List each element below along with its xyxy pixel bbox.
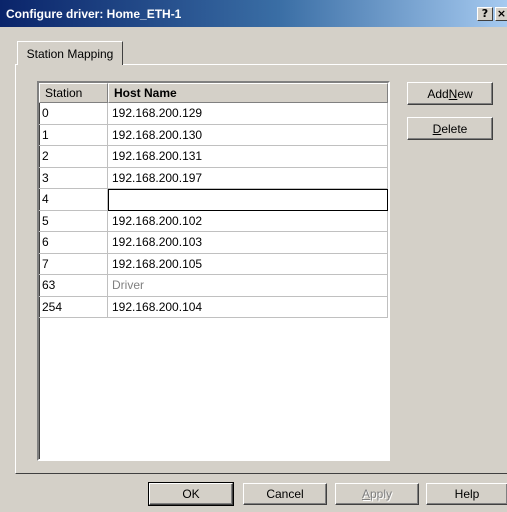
table-row[interactable]: 5 192.168.200.102 — [39, 210, 388, 232]
station-cell[interactable]: 0 — [39, 103, 108, 125]
title-bar: Configure driver: Home_ETH-1 ? × — [0, 0, 507, 27]
host-name-cell[interactable]: 192.168.200.103 — [108, 232, 388, 254]
station-mapping-grid[interactable]: Station Host Name 0 192.168.200.129 1 192.1… — [37, 81, 390, 461]
station-cell[interactable]: 6 — [39, 232, 108, 254]
table-row[interactable]: 4 — [39, 189, 388, 211]
delete-label-end: elete — [441, 121, 468, 136]
station-cell[interactable]: 7 — [39, 253, 108, 275]
ok-button[interactable]: OK — [148, 482, 234, 506]
delete-mnemonic: D — [432, 121, 442, 136]
table-row[interactable]: 0 192.168.200.129 — [39, 103, 388, 125]
help-icon[interactable]: ? — [477, 7, 493, 21]
window-title: Configure driver: Home_ETH-1 — [6, 6, 182, 21]
host-name-input[interactable] — [109, 190, 387, 210]
cancel-button[interactable]: Cancel — [243, 483, 327, 505]
table-row[interactable]: 6 192.168.200.103 — [39, 232, 388, 254]
host-name-cell[interactable]: 192.168.200.129 — [108, 103, 388, 125]
add-new-label-start: Add — [427, 86, 449, 101]
table-row[interactable]: 1 192.168.200.130 — [39, 124, 388, 146]
station-cell[interactable]: 5 — [39, 210, 108, 232]
station-cell[interactable]: 1 — [39, 124, 108, 146]
host-name-cell[interactable]: Driver — [108, 275, 388, 297]
table-row[interactable]: 2 192.168.200.131 — [39, 146, 388, 168]
add-new-label-end: ew — [457, 86, 473, 101]
host-name-cell[interactable]: 192.168.200.131 — [108, 146, 388, 168]
host-name-cell[interactable]: 192.168.200.130 — [108, 124, 388, 146]
station-cell[interactable]: 3 — [39, 167, 108, 189]
table-row[interactable]: 3 192.168.200.197 — [39, 167, 388, 189]
host-name-cell[interactable]: 192.168.200.104 — [108, 296, 388, 318]
station-cell[interactable]: 2 — [39, 146, 108, 168]
table-row[interactable]: 254 192.168.200.104 — [39, 296, 388, 318]
tab-station-mapping[interactable]: Station Mapping — [17, 41, 123, 65]
table-row[interactable]: 7 192.168.200.105 — [39, 253, 388, 275]
apply-mnemonic: A — [361, 487, 370, 501]
add-new-button[interactable]: Add New — [407, 82, 493, 105]
host-name-cell-editor[interactable] — [108, 189, 388, 211]
column-header-station[interactable]: Station — [39, 83, 108, 103]
table-row[interactable]: 63 Driver — [39, 275, 388, 297]
help-button[interactable]: Help — [426, 483, 507, 505]
host-name-cell[interactable]: 192.168.200.197 — [108, 167, 388, 189]
column-header-host-name[interactable]: Host Name — [108, 83, 388, 103]
apply-label-end: pply — [370, 487, 393, 501]
host-name-cell[interactable]: 192.168.200.102 — [108, 210, 388, 232]
delete-button[interactable]: Delete — [407, 117, 493, 140]
station-cell[interactable]: 63 — [39, 275, 108, 297]
station-cell[interactable]: 4 — [39, 189, 108, 211]
add-new-mnemonic: N — [448, 86, 458, 101]
station-cell[interactable]: 254 — [39, 296, 108, 318]
apply-button[interactable]: Apply — [335, 483, 419, 505]
close-icon[interactable]: × — [495, 7, 507, 21]
grid-header: Station Host Name — [39, 83, 388, 103]
host-name-cell[interactable]: 192.168.200.105 — [108, 253, 388, 275]
